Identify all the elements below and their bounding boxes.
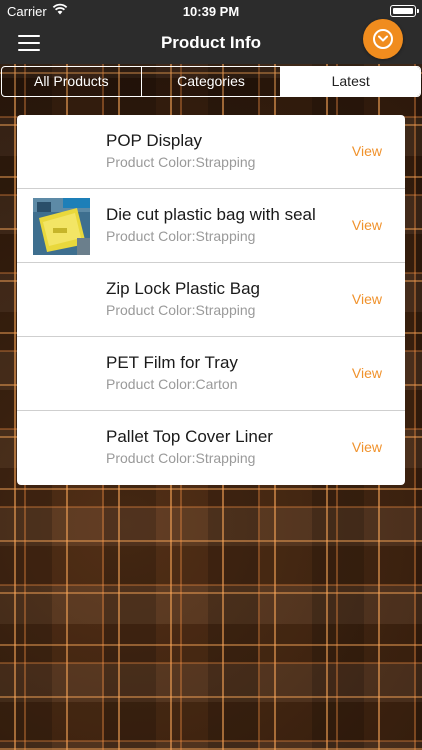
list-item[interactable]: Pallet Top Cover Liner Product Color:Str… xyxy=(17,411,405,485)
view-link[interactable]: View xyxy=(352,439,382,455)
view-link[interactable]: View xyxy=(352,143,382,159)
product-name: Die cut plastic bag with seal xyxy=(106,205,316,224)
list-item[interactable]: Zip Lock Plastic Bag Product Color:Strap… xyxy=(17,263,405,337)
view-link[interactable]: View xyxy=(352,291,382,307)
tab-categories[interactable]: Categories xyxy=(140,67,281,96)
navigation-bar: Product Info xyxy=(0,19,422,64)
product-name: Pallet Top Cover Liner xyxy=(106,427,273,446)
product-name: POP Display xyxy=(106,131,203,150)
product-color: Product Color:Strapping xyxy=(106,154,256,170)
clock: 10:39 PM xyxy=(182,4,240,19)
list-item[interactable]: POP Display Product Color:Strapping View xyxy=(17,115,405,189)
product-thumbnail xyxy=(33,198,90,255)
product-list: POP Display Product Color:Strapping View… xyxy=(17,115,405,485)
tab-all-products[interactable]: All Products xyxy=(2,67,141,96)
view-link[interactable]: View xyxy=(352,365,382,381)
tab-latest[interactable]: Latest xyxy=(280,67,420,96)
list-item[interactable]: Die cut plastic bag with seal Product Co… xyxy=(17,189,405,263)
dropdown-button[interactable] xyxy=(363,19,403,59)
view-link[interactable]: View xyxy=(352,217,382,233)
product-name: Zip Lock Plastic Bag xyxy=(106,279,261,298)
list-item[interactable]: PET Film for Tray Product Color:Carton V… xyxy=(17,337,405,411)
battery-icon xyxy=(390,5,419,17)
product-color: Product Color:Strapping xyxy=(106,228,256,244)
product-color: Product Color:Strapping xyxy=(106,450,256,466)
page-title: Product Info xyxy=(160,33,262,52)
chevron-down-icon xyxy=(373,29,393,49)
product-name: PET Film for Tray xyxy=(106,353,238,372)
status-bar: Carrier 10:39 PM xyxy=(0,0,422,22)
product-color: Product Color:Strapping xyxy=(106,302,256,318)
product-color: Product Color:Carton xyxy=(106,376,238,392)
segmented-tabs: All Products Categories Latest xyxy=(1,66,421,97)
